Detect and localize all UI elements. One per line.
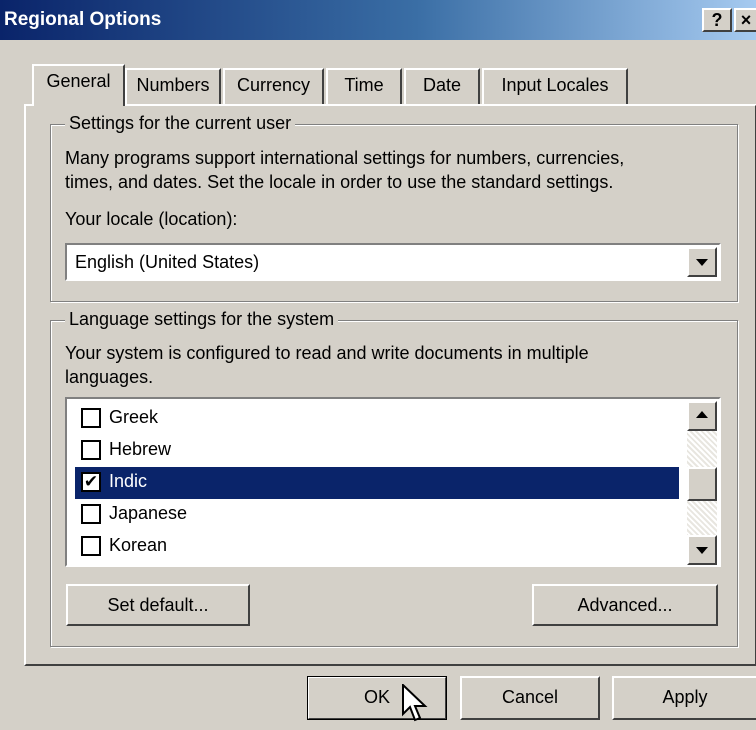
set-default-button[interactable]: Set default... xyxy=(66,584,250,626)
apply-label: Apply xyxy=(662,687,708,707)
tab-general[interactable]: General xyxy=(32,64,125,106)
set-default-label: Set default... xyxy=(107,595,209,615)
help-icon: ? xyxy=(711,10,723,30)
scroll-down-button[interactable] xyxy=(687,535,717,565)
system-language-legend: Language settings for the system xyxy=(65,309,339,330)
indic-label: Indic xyxy=(109,471,148,491)
title-bar[interactable]: Regional Options ? × xyxy=(0,0,756,40)
chevron-down-icon xyxy=(696,259,708,266)
close-icon: × xyxy=(740,10,752,30)
scroll-up-icon xyxy=(696,411,708,418)
tab-currency[interactable]: Currency xyxy=(223,68,324,104)
current-user-description-2: times, and dates. Set the locale in orde… xyxy=(65,172,614,192)
close-button[interactable]: × xyxy=(734,8,756,32)
tab-input-locales[interactable]: Input Locales xyxy=(482,68,628,104)
list-item-japanese[interactable]: Japanese xyxy=(75,499,679,531)
check-icon: ✔ xyxy=(83,472,99,491)
scroll-down-icon xyxy=(696,547,708,554)
list-item-indic[interactable]: ✔ Indic xyxy=(75,467,679,499)
advanced-label: Advanced... xyxy=(577,595,673,615)
current-user-description-1: Many programs support international sett… xyxy=(65,148,625,168)
scroll-up-button[interactable] xyxy=(687,401,717,431)
apply-button[interactable]: Apply xyxy=(612,676,756,720)
list-item-hebrew[interactable]: Hebrew xyxy=(75,435,679,467)
tab-numbers-label: Numbers xyxy=(136,75,210,95)
help-button[interactable]: ? xyxy=(702,8,732,32)
window-title: Regional Options xyxy=(4,9,162,30)
hebrew-label: Hebrew xyxy=(109,439,172,459)
hebrew-checkbox[interactable] xyxy=(81,440,101,460)
mouse-cursor-icon xyxy=(402,684,428,722)
locale-dropdown-button[interactable] xyxy=(687,247,717,277)
system-language-description-2: languages. xyxy=(65,367,154,387)
tab-general-label: General xyxy=(46,71,111,91)
locale-value: English (United States) xyxy=(75,252,260,272)
tab-numbers[interactable]: Numbers xyxy=(125,68,221,104)
japanese-label: Japanese xyxy=(109,503,188,523)
locale-label: Your locale (location): xyxy=(65,209,238,229)
indic-checkbox[interactable]: ✔ xyxy=(81,472,101,492)
tab-time-label: Time xyxy=(344,75,384,95)
greek-label: Greek xyxy=(109,407,159,427)
tab-date-label: Date xyxy=(422,75,462,95)
japanese-checkbox[interactable] xyxy=(81,504,101,524)
system-language-description-1: Your system is configured to read and wr… xyxy=(65,343,589,363)
locale-dropdown[interactable]: English (United States) xyxy=(65,243,721,281)
language-list[interactable]: Greek Hebrew ✔ Indic Japanese Korean xyxy=(65,397,721,567)
list-item-greek[interactable]: Greek xyxy=(75,403,679,435)
cancel-label: Cancel xyxy=(501,687,559,707)
korean-checkbox[interactable] xyxy=(81,536,101,556)
korean-label: Korean xyxy=(109,535,168,555)
scroll-thumb[interactable] xyxy=(687,467,717,501)
ok-label: OK xyxy=(363,687,390,707)
greek-checkbox[interactable] xyxy=(81,408,101,428)
list-item-korean[interactable]: Korean xyxy=(75,531,679,563)
tab-input-locales-label: Input Locales xyxy=(501,75,609,95)
tab-currency-label: Currency xyxy=(236,75,311,95)
current-user-legend: Settings for the current user xyxy=(65,113,296,134)
tab-date[interactable]: Date xyxy=(404,68,480,104)
list-scrollbar[interactable] xyxy=(687,401,717,565)
tab-time[interactable]: Time xyxy=(326,68,402,104)
cancel-button[interactable]: Cancel xyxy=(460,676,600,720)
advanced-button[interactable]: Advanced... xyxy=(532,584,718,626)
